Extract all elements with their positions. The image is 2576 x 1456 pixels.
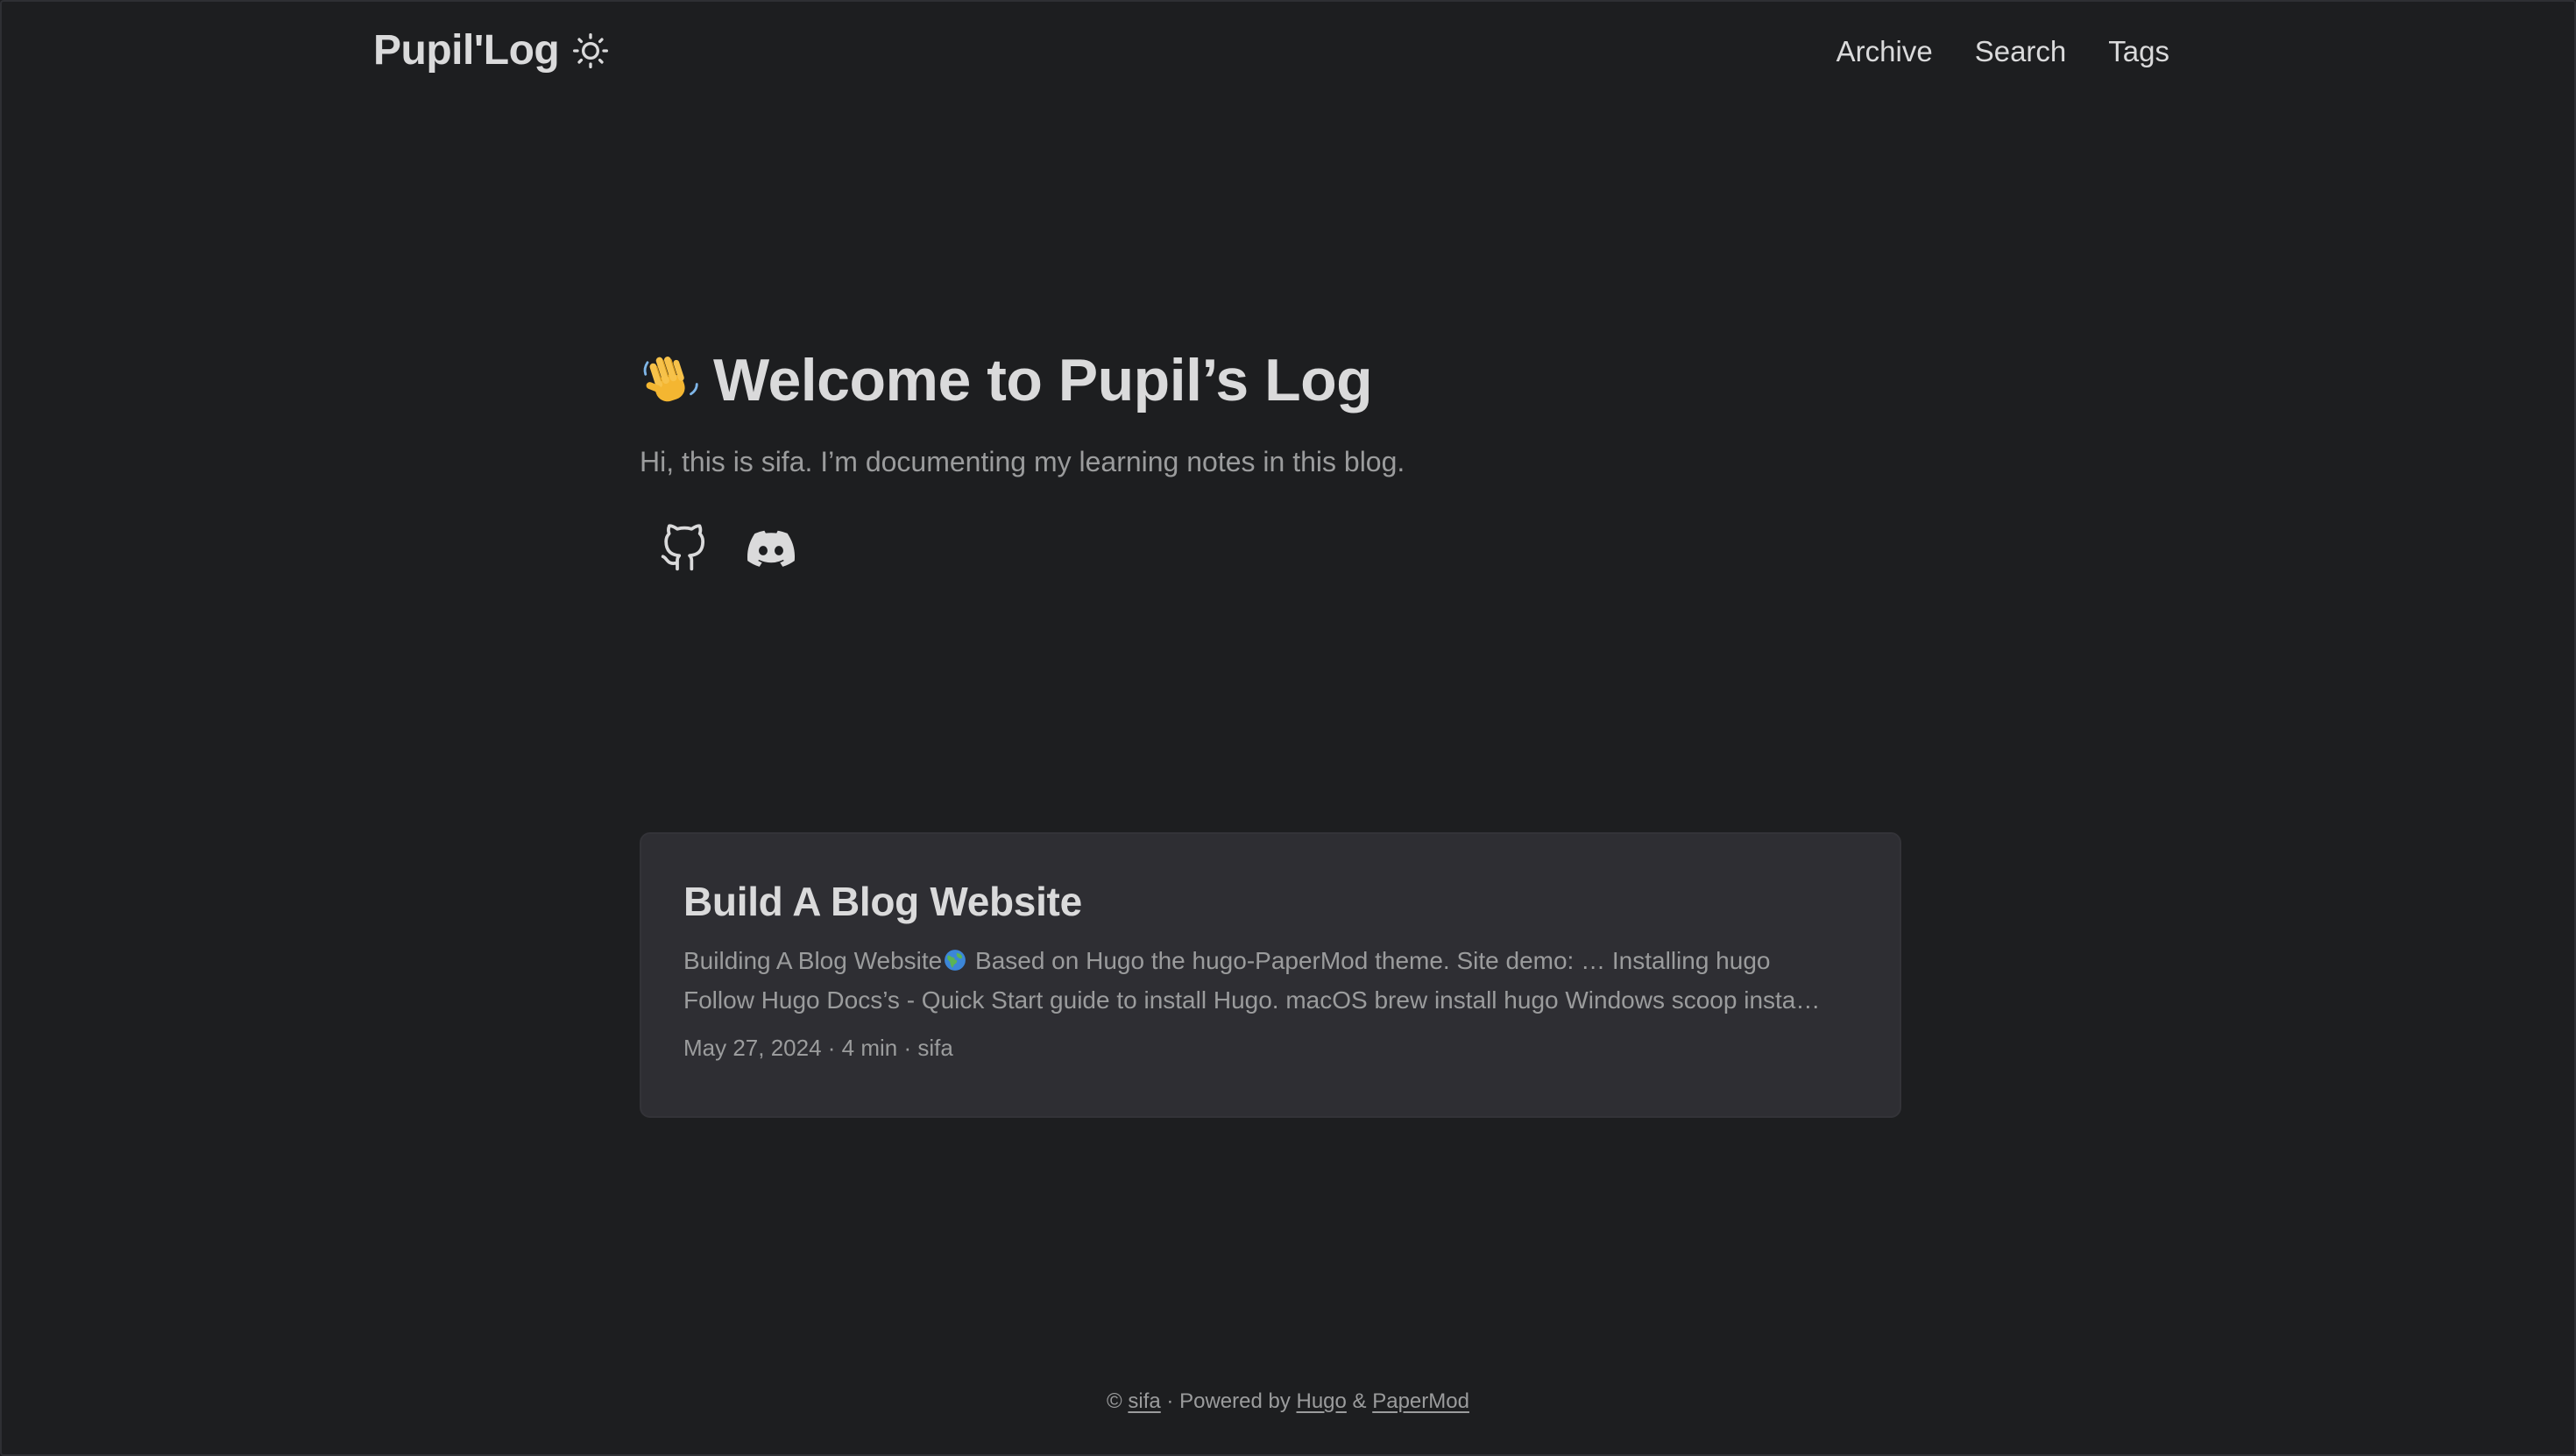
nav-search[interactable]: Search [1975,30,2067,74]
post-summary-text: Based on Hugo the hugo-PaperMod theme. S… [968,947,1771,974]
post-summary-text: Building A Blog Website [683,947,943,974]
page-title: Welcome to Pupil’s Log [640,340,1901,421]
post-summary: Building A Blog Website Based on Hugo th… [683,941,1858,1020]
page-subtitle: Hi, this is sifa. I’m documenting my lea… [640,446,1405,477]
nav-archive[interactable]: Archive [1836,30,1933,74]
author-link[interactable]: sifa [1128,1389,1160,1413]
discord-icon[interactable] [743,520,799,576]
site-footer: © sifa · Powered by Hugo & PaperMod [0,1384,2576,1419]
site-logo[interactable]: Pupil'Log [373,25,560,77]
window-frame [0,0,2576,1456]
social-icons [640,520,1901,576]
site-header: Pupil'Log Archive Search Tags [0,0,2576,103]
post-entry[interactable]: Build A Blog Website Building A Blog Web… [640,832,1901,1118]
globe-icon [944,944,966,971]
post-summary-line-2: Follow Hugo Docs’s - Quick Start guide t… [683,986,1821,1014]
waving-hand-icon [640,349,703,412]
ampersand-text: & [1346,1389,1373,1413]
nav-tags[interactable]: Tags [2108,30,2169,74]
main-nav: Archive Search Tags [1836,30,2169,74]
sun-icon[interactable] [573,33,608,69]
page-title-text: Welcome to Pupil’s Log [713,347,1373,413]
papermod-link[interactable]: PaperMod [1372,1389,1469,1413]
post-title[interactable]: Build A Blog Website [683,874,1858,929]
github-icon[interactable] [655,520,711,576]
home-info: Welcome to Pupil’s Log Hi, this is sifa.… [640,340,1901,576]
post-meta: May 27, 2024 · 4 min · sifa [683,1035,953,1061]
copyright-prefix: © [1107,1389,1129,1413]
post-summary-line-1: Building A Blog Website Based on Hugo th… [683,941,1858,980]
hugo-link[interactable]: Hugo [1297,1389,1347,1413]
powered-by-text: · Powered by [1160,1389,1297,1413]
